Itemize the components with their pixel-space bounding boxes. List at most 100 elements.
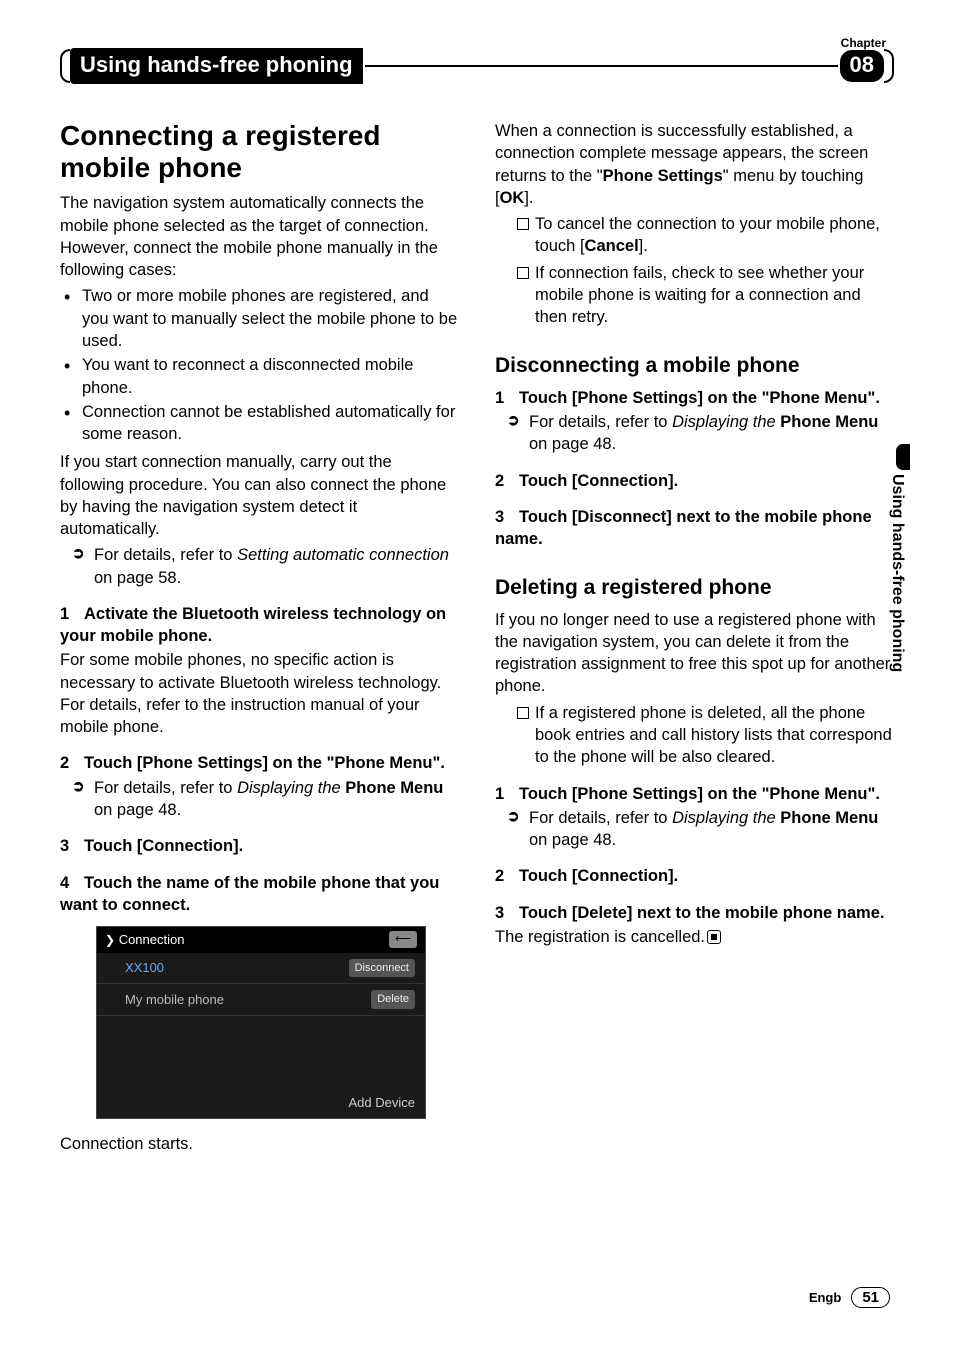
delete-button[interactable]: Delete bbox=[371, 990, 415, 1009]
note-retry: If connection fails, check to see whethe… bbox=[495, 262, 894, 329]
after-screenshot-text: Connection starts. bbox=[60, 1133, 459, 1155]
bullet-list: Two or more mobile phones are registered… bbox=[60, 285, 459, 445]
step-text: Touch [Delete] next to the mobile phone … bbox=[519, 904, 884, 922]
xref-bold: Phone Menu bbox=[776, 809, 879, 827]
step-2: 2Touch [Connection]. bbox=[495, 470, 894, 492]
xref-text: For details, refer to bbox=[94, 779, 237, 797]
step-number: 3 bbox=[60, 835, 84, 857]
step-text: Touch [Connection]. bbox=[519, 867, 678, 885]
xref-page: on page 58. bbox=[94, 569, 181, 587]
chapter-label: Chapter bbox=[841, 36, 886, 50]
bold-text: Phone Settings bbox=[603, 167, 723, 185]
bold-text: Cancel bbox=[585, 237, 639, 255]
connection-screenshot: ❯ Connection ⟵ XX100 Disconnect My mobil… bbox=[96, 926, 426, 1119]
footer-lang: Engb bbox=[809, 1290, 842, 1305]
step-1-body: For some mobile phones, no specific acti… bbox=[60, 649, 459, 738]
add-device-button[interactable]: Add Device bbox=[97, 1088, 425, 1118]
disconnect-button[interactable]: Disconnect bbox=[349, 959, 415, 978]
content-columns: Connecting a registered mobile phone The… bbox=[60, 120, 894, 1159]
step-text: Activate the Bluetooth wireless technolo… bbox=[60, 605, 446, 645]
deleting-intro: If you no longer need to use a registere… bbox=[495, 609, 894, 698]
section-heading-connecting: Connecting a registered mobile phone bbox=[60, 120, 459, 184]
left-column: Connecting a registered mobile phone The… bbox=[60, 120, 459, 1159]
step-text: Touch [Phone Settings] on the "Phone Men… bbox=[519, 785, 880, 803]
deleting-end: The registration is cancelled. bbox=[495, 926, 894, 948]
xref-target: Displaying the bbox=[237, 779, 341, 797]
screenshot-filler bbox=[97, 1016, 425, 1088]
xref-bold: Phone Menu bbox=[776, 413, 879, 431]
xref-text: For details, refer to bbox=[94, 546, 237, 564]
device-name: My mobile phone bbox=[107, 991, 224, 1009]
intro-text: The navigation system automatically conn… bbox=[60, 192, 459, 281]
cross-reference: For details, refer to Displaying the Pho… bbox=[495, 411, 894, 456]
step-1: 1Touch [Phone Settings] on the "Phone Me… bbox=[495, 783, 894, 805]
screenshot-title-text: Connection bbox=[119, 932, 185, 947]
step-number: 3 bbox=[495, 506, 519, 528]
note-delete-warning: If a registered phone is deleted, all th… bbox=[495, 702, 894, 769]
step-text: Touch the name of the mobile phone that … bbox=[60, 874, 439, 914]
right-column: When a connection is successfully establ… bbox=[495, 120, 894, 1159]
device-name: XX100 bbox=[107, 959, 164, 977]
page-title: Using hands-free phoning bbox=[70, 48, 363, 84]
bullet-item: Two or more mobile phones are registered… bbox=[82, 285, 459, 352]
step-text: Touch [Connection]. bbox=[84, 837, 243, 855]
step-text: Touch [Disconnect] next to the mobile ph… bbox=[495, 508, 872, 548]
back-button[interactable]: ⟵ bbox=[389, 931, 417, 948]
step-number: 1 bbox=[60, 603, 84, 625]
step-1: 1Activate the Bluetooth wireless technol… bbox=[60, 603, 459, 648]
xref-page: on page 48. bbox=[529, 435, 616, 453]
section-heading-disconnecting: Disconnecting a mobile phone bbox=[495, 352, 894, 380]
step-text: Touch [Connection]. bbox=[519, 472, 678, 490]
device-row[interactable]: XX100 Disconnect bbox=[97, 953, 425, 985]
screenshot-titlebar: ❯ Connection ⟵ bbox=[97, 927, 425, 953]
header-rule bbox=[365, 65, 838, 67]
xref-bold: Phone Menu bbox=[341, 779, 444, 797]
device-row[interactable]: My mobile phone Delete bbox=[97, 984, 425, 1016]
bluetooth-icon: ❯ bbox=[105, 933, 115, 947]
text: ]. bbox=[524, 189, 533, 207]
step-text: Touch [Phone Settings] on the "Phone Men… bbox=[84, 754, 445, 772]
screenshot-title: ❯ Connection bbox=[105, 931, 184, 949]
step-text: Touch [Phone Settings] on the "Phone Men… bbox=[519, 389, 880, 407]
step-number: 1 bbox=[495, 783, 519, 805]
side-tab-marker bbox=[896, 444, 910, 470]
xref-text: For details, refer to bbox=[529, 413, 672, 431]
step-2: 2Touch [Phone Settings] on the "Phone Me… bbox=[60, 752, 459, 774]
xref-text: For details, refer to bbox=[529, 809, 672, 827]
page-header: Using hands-free phoning 08 bbox=[60, 48, 894, 84]
text: The registration is cancelled. bbox=[495, 928, 705, 946]
step-number: 4 bbox=[60, 872, 84, 894]
header-paren-left bbox=[60, 49, 70, 83]
bold-text: OK bbox=[500, 189, 525, 207]
header-paren-right bbox=[884, 49, 894, 83]
side-tab: Using hands-free phoning bbox=[888, 444, 910, 672]
step-3: 3Touch [Delete] next to the mobile phone… bbox=[495, 902, 894, 924]
page-number: 51 bbox=[851, 1287, 890, 1308]
xref-page: on page 48. bbox=[94, 801, 181, 819]
chapter-number: 08 bbox=[840, 50, 884, 82]
step-3: 3Touch [Connection]. bbox=[60, 835, 459, 857]
after-bullets-text: If you start connection manually, carry … bbox=[60, 451, 459, 540]
step-3: 3Touch [Disconnect] next to the mobile p… bbox=[495, 506, 894, 551]
connection-result-text: When a connection is successfully establ… bbox=[495, 120, 894, 209]
step-number: 2 bbox=[495, 865, 519, 887]
section-end-icon bbox=[707, 930, 721, 944]
step-2: 2Touch [Connection]. bbox=[495, 865, 894, 887]
xref-target: Setting automatic connection bbox=[237, 546, 449, 564]
step-4: 4Touch the name of the mobile phone that… bbox=[60, 872, 459, 917]
cross-reference: For details, refer to Displaying the Pho… bbox=[495, 807, 894, 852]
xref-page: on page 48. bbox=[529, 831, 616, 849]
text: ]. bbox=[639, 237, 648, 255]
bullet-item: Connection cannot be established automat… bbox=[82, 401, 459, 446]
side-tab-text: Using hands-free phoning bbox=[888, 474, 906, 672]
bullet-item: You want to reconnect a disconnected mob… bbox=[82, 354, 459, 399]
xref-target: Displaying the bbox=[672, 809, 776, 827]
step-number: 3 bbox=[495, 902, 519, 924]
page-footer: Engb 51 bbox=[809, 1287, 890, 1308]
section-heading-deleting: Deleting a registered phone bbox=[495, 574, 894, 602]
step-1: 1Touch [Phone Settings] on the "Phone Me… bbox=[495, 387, 894, 409]
step-number: 2 bbox=[60, 752, 84, 774]
step-number: 1 bbox=[495, 387, 519, 409]
cross-reference: For details, refer to Displaying the Pho… bbox=[60, 777, 459, 822]
xref-target: Displaying the bbox=[672, 413, 776, 431]
